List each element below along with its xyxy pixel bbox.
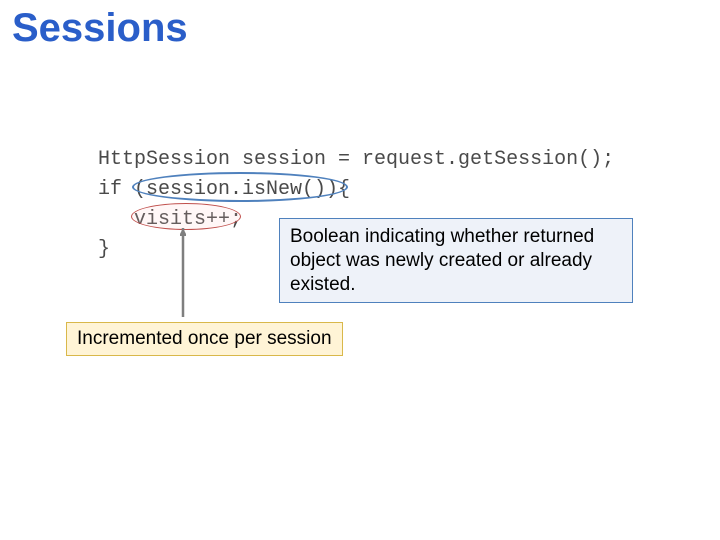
- arrow-icon: [180, 228, 186, 323]
- callout-boolean-explain: Boolean indicating whether returned obje…: [279, 218, 633, 303]
- callout-incremented: Incremented once per session: [66, 322, 343, 356]
- highlight-ellipse-visits: [131, 203, 241, 230]
- code-line-1: HttpSession session = request.getSession…: [98, 145, 614, 175]
- highlight-ellipse-isnew: [132, 172, 348, 202]
- slide-title: Sessions: [12, 6, 188, 51]
- code-line-4: }: [98, 235, 110, 265]
